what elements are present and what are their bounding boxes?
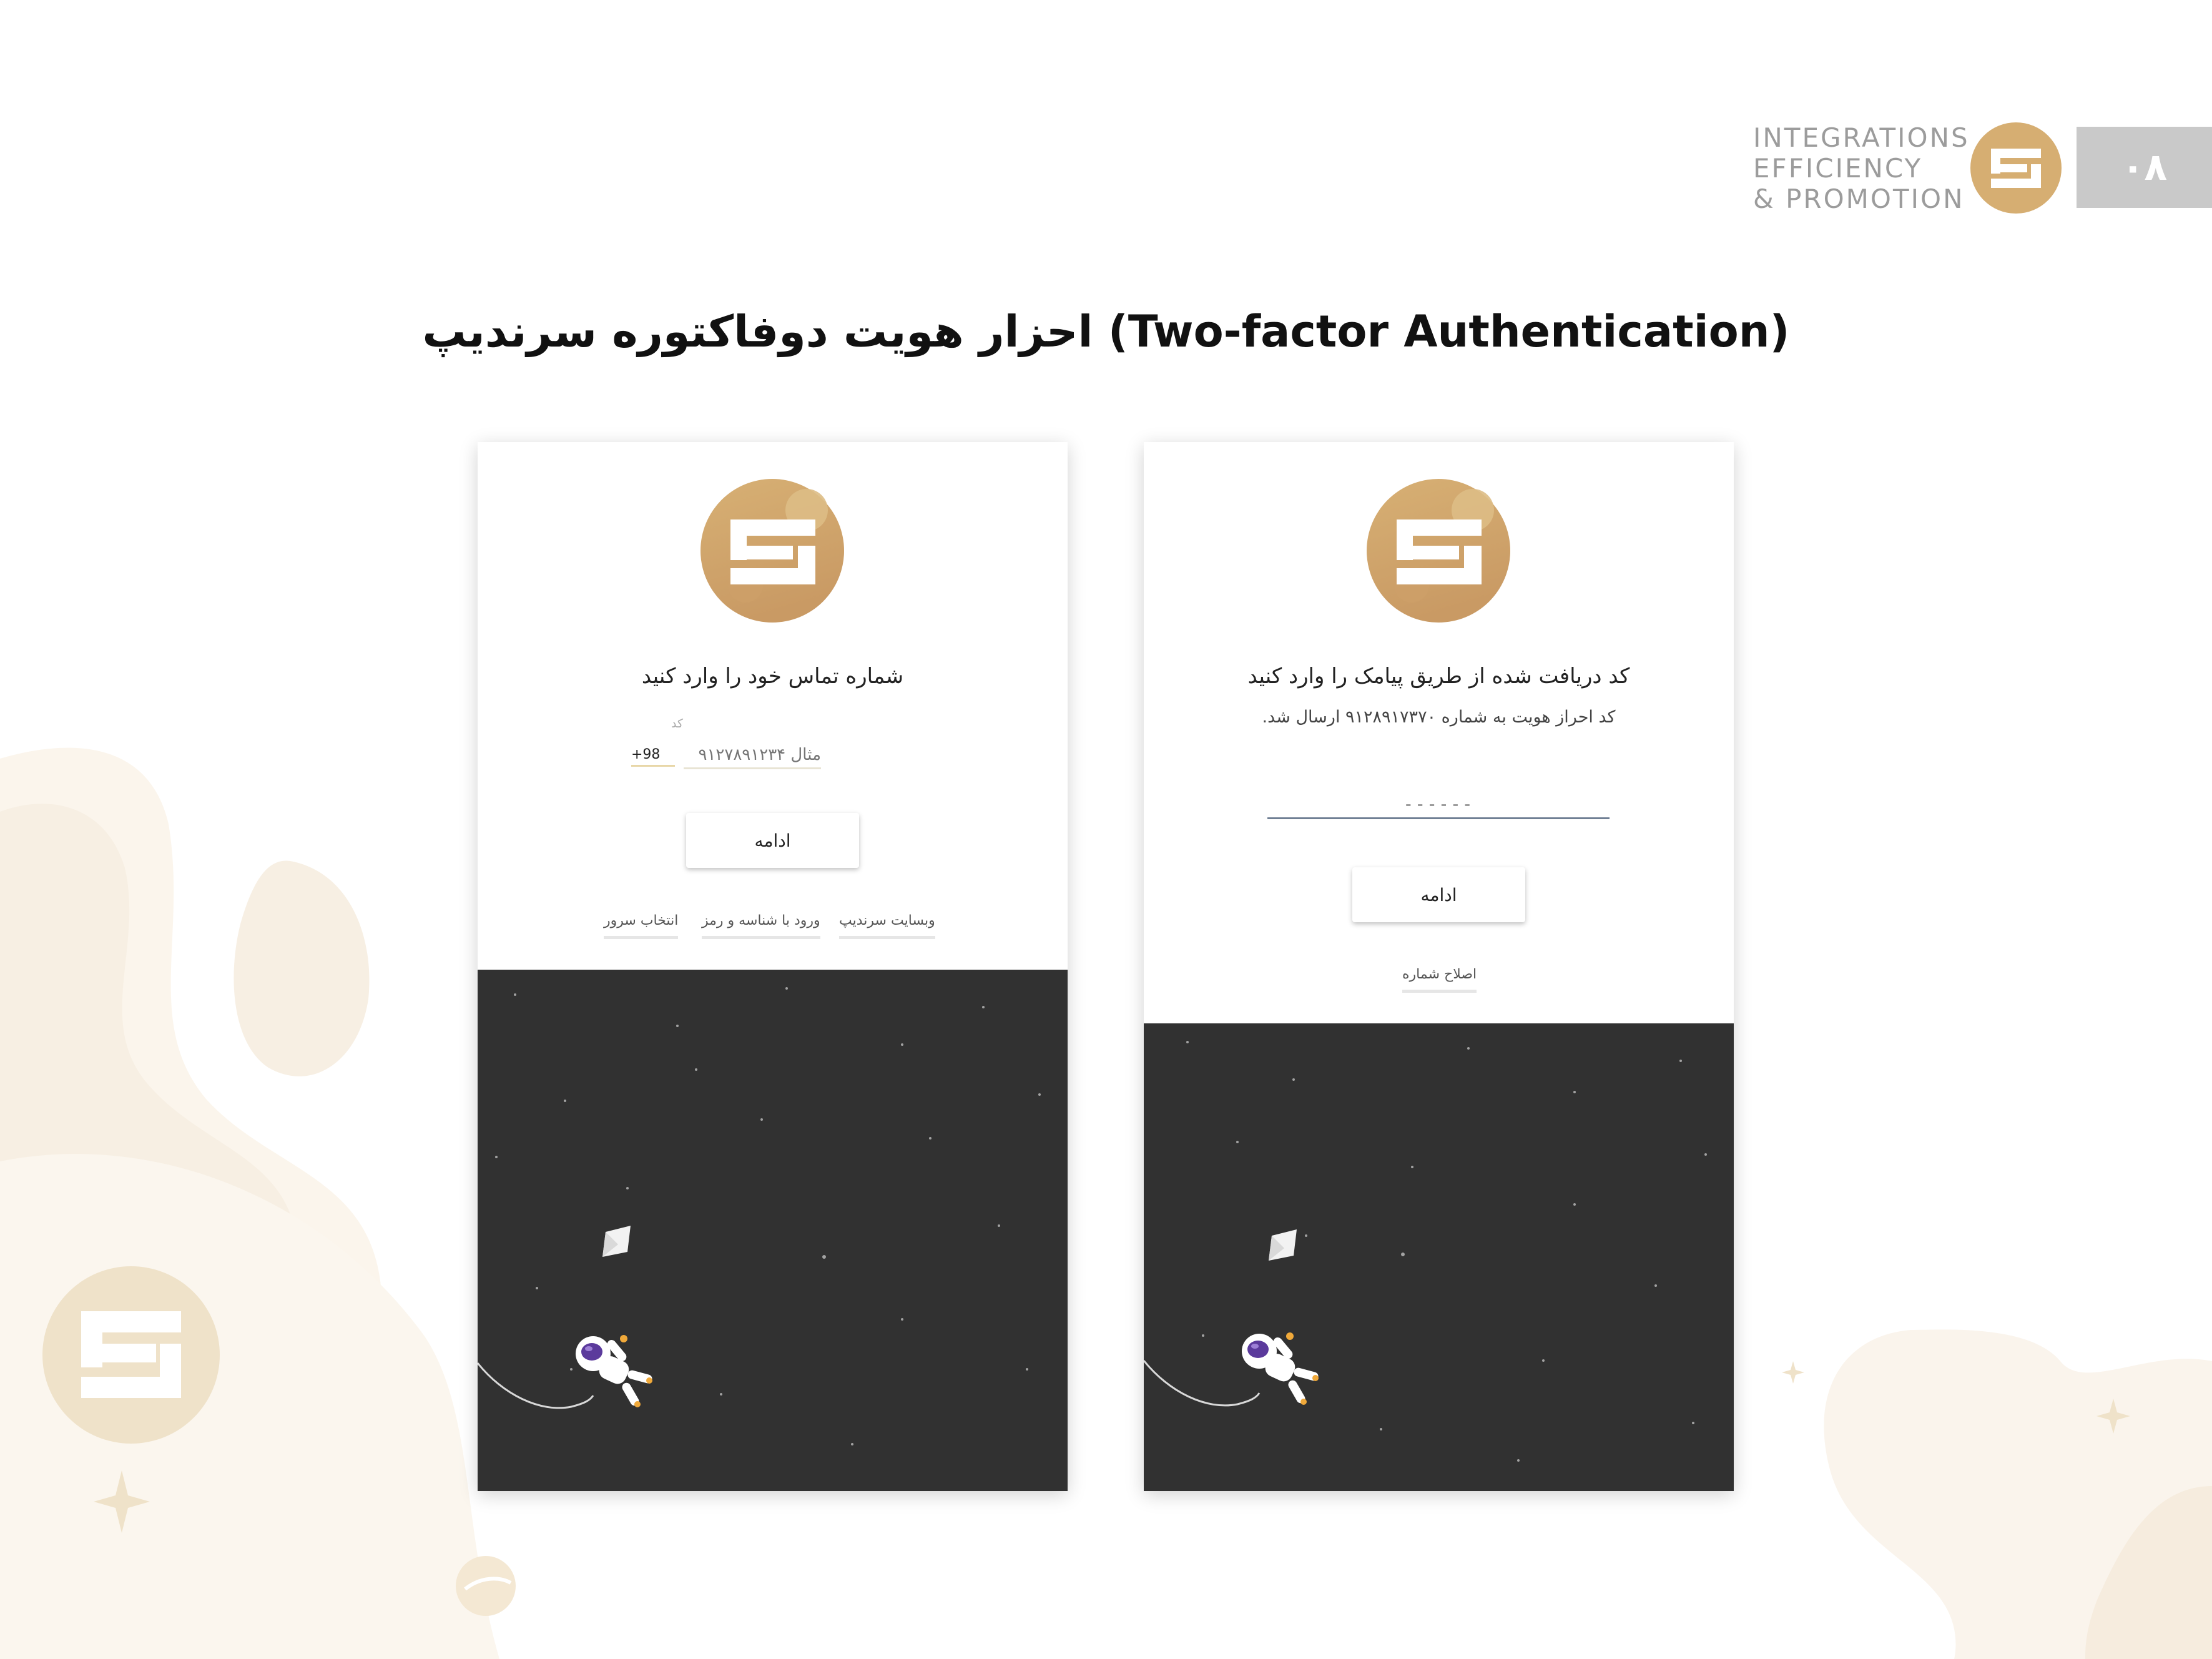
country-code-label: کد — [671, 717, 684, 731]
serendip-website-link[interactable]: وبسایت سرندیپ — [839, 913, 935, 939]
verification-subtext: کد احراز هویت به شماره ۹۱۲۸۹۱۷۳۷۰ ارسال … — [1262, 707, 1616, 727]
serendip-planet-logo-icon — [700, 479, 844, 623]
continue-button[interactable]: ادامه — [686, 813, 859, 868]
login-with-id-password-link[interactable]: ورود با شناسه و رمز — [702, 913, 820, 939]
edit-number-link[interactable]: اصلاح شماره — [1402, 967, 1477, 993]
verification-heading: کد دریافت شده از طریق پیامک را وارد کنید — [1247, 664, 1630, 689]
space-illustration — [478, 970, 1068, 1491]
phone-login-card: شماره تماس خود را وارد کنید کد ادامه وبس… — [478, 442, 1068, 1491]
brand-line: EFFICIENCY — [1753, 153, 1923, 184]
phone-number-input[interactable] — [684, 742, 821, 769]
login-heading: شماره تماس خود را وارد کنید — [641, 664, 904, 689]
sms-verification-card: کد دریافت شده از طریق پیامک را وارد کنید… — [1144, 442, 1734, 1491]
otp-code-input[interactable] — [1267, 790, 1610, 819]
brand-line: & PROMOTION — [1753, 184, 1965, 214]
page-number: ۰۸ — [2077, 127, 2212, 208]
space-illustration — [1144, 1023, 1734, 1491]
brand-line: INTEGRATIONS — [1753, 122, 1970, 153]
country-code-field[interactable] — [631, 744, 675, 767]
continue-button[interactable]: ادامه — [1352, 867, 1525, 922]
serendip-logo-icon — [1970, 122, 2062, 214]
brand-tagline: INTEGRATIONS EFFICIENCY & PROMOTION — [1753, 122, 1970, 214]
page-title: احزار هویت دوفاکتوره سرندیپ (Two-factor … — [422, 306, 1790, 357]
select-server-link[interactable]: انتخاب سرور — [604, 913, 679, 939]
serendip-planet-logo-icon — [1367, 479, 1510, 623]
background-decoration — [0, 747, 2212, 1659]
